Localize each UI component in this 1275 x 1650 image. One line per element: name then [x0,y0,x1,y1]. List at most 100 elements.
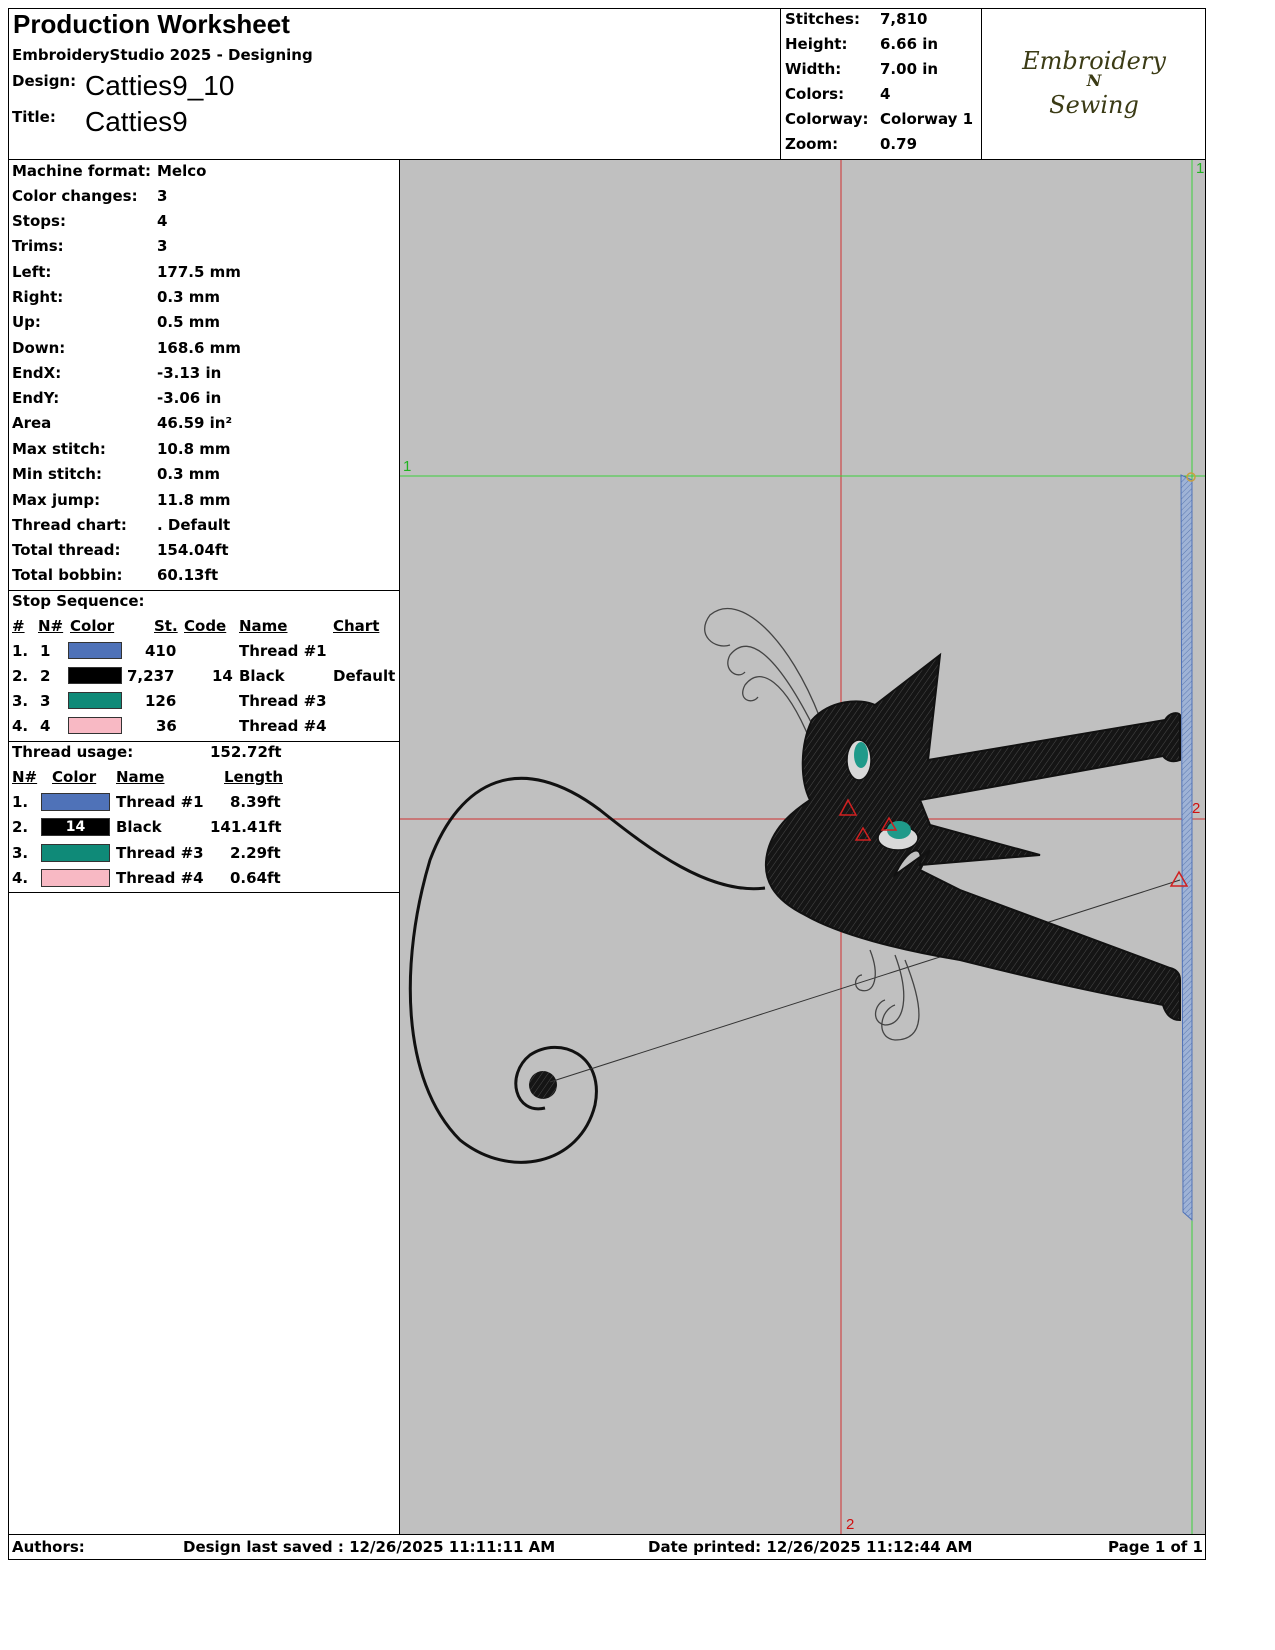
logo-line-3: Sewing [1049,91,1139,119]
row-code: 14 [212,667,233,685]
row-length: 0.64ft [230,869,281,887]
color-swatch [41,869,110,887]
info-value: 168.6 mm [157,339,241,357]
info-label: EndX: [12,364,62,382]
marker-label-red-bottom: 2 [846,1516,855,1533]
row-stitches: 7,237 [127,667,175,685]
marker-label-green-left: 1 [403,458,412,475]
row-num: 3. [12,692,29,710]
info-value: 0.3 mm [157,288,221,306]
row-needle: 4 [40,717,51,735]
col-header-n: N# [38,617,64,635]
stat-label: Colors: [785,85,845,103]
info-value: -3.13 in [157,364,222,382]
info-label: Trims: [12,237,64,255]
color-swatch [68,667,122,684]
footer-last-saved: Design last saved : 12/26/2025 11:11:11 … [183,1538,556,1556]
cat-eye-left-iris [854,742,868,768]
company-logo: Embroidery N Sewing [983,9,1205,159]
color-swatch [68,692,122,709]
info-value: 3 [157,237,168,255]
page-title: Production Worksheet [13,9,290,39]
col-header-name: Name [116,768,165,786]
stat-label: Width: [785,60,842,78]
color-swatch [68,642,122,659]
col-header-color: Color [52,768,97,786]
info-label: Min stitch: [12,465,102,483]
stat-label: Zoom: [785,135,839,153]
info-value: 11.8 mm [157,491,231,509]
row-stitches: 410 [145,642,177,660]
row-num: 2. [12,667,29,685]
col-header-chart: Chart [333,617,380,635]
info-label: Machine format: [12,162,151,180]
tail-end-spiral [529,1071,557,1099]
info-label: EndY: [12,389,60,407]
info-label: Area [12,414,52,432]
col-header-num: # [12,617,25,635]
whisker-top [704,608,821,719]
info-label: Max jump: [12,491,101,509]
row-name: Black [239,667,285,685]
row-length: 2.29ft [230,844,281,862]
stat-value: 0.79 [880,135,918,153]
row-needle: 3 [40,692,51,710]
logo-line-2: N [1086,71,1102,90]
title-value: Catties9 [85,106,188,137]
row-name: Thread #1 [239,642,327,660]
row-name: Thread #3 [116,844,204,862]
row-num: 1. [12,642,29,660]
info-label: Max stitch: [12,440,106,458]
row-name: Thread #4 [239,717,327,735]
stat-value: 6.66 in [880,35,939,53]
stat-value: Colorway 1 [880,110,974,128]
info-label: Color changes: [12,187,138,205]
design-label: Design: [12,72,77,90]
row-stitches: 126 [145,692,177,710]
info-label: Thread chart: [12,516,127,534]
whisker-top [742,676,811,741]
info-value: -3.06 in [157,389,222,407]
stat-label: Stitches: [785,10,860,28]
footer-authors: Authors: [12,1538,85,1556]
footer-date-printed: Date printed: 12/26/2025 11:12:44 AM [648,1538,973,1556]
row-needle: 2. [12,818,29,836]
info-label: Down: [12,339,66,357]
whisker-bottom [854,949,876,992]
row-name: Thread #3 [239,692,327,710]
info-value: 177.5 mm [157,263,241,281]
row-chart: Default [333,667,396,685]
cat-tail [408,776,766,1164]
blue-strip [1180,474,1193,1222]
color-swatch [41,844,110,862]
thread-usage-total: 152.72ft [210,743,282,761]
footer-page-number: Page 1 of 1 [1108,1538,1203,1556]
row-length: 8.39ft [230,793,281,811]
stat-label: Height: [785,35,848,53]
info-value: 0.3 mm [157,465,221,483]
row-num: 4. [12,717,29,735]
col-header-name: Name [239,617,288,635]
info-value: 10.8 mm [157,440,231,458]
app-subtitle: EmbroideryStudio 2025 - Designing [12,46,313,64]
marker-label-red-right: 2 [1192,800,1201,817]
stat-value: 7,810 [880,10,928,28]
stat-value: 7.00 in [880,60,939,78]
info-value: Melco [157,162,207,180]
info-label: Total bobbin: [12,566,123,584]
row-needle: 3. [12,844,29,862]
design-preview-svg [400,160,1205,1534]
marker-label-green-top: 1 [1196,160,1205,177]
info-value: 3 [157,187,168,205]
info-label: Up: [12,313,41,331]
info-label: Left: [12,263,52,281]
blank-panel [8,892,400,1535]
col-header-color: Color [70,617,115,635]
whisker-bottom [874,954,905,1026]
stat-value: 4 [880,85,891,103]
col-header-st: St. [154,617,178,635]
col-header-length: Length [224,768,283,786]
color-swatch [41,793,110,811]
stop-sequence-heading: Stop Sequence: [12,592,145,610]
info-value: 154.04ft [157,541,229,559]
